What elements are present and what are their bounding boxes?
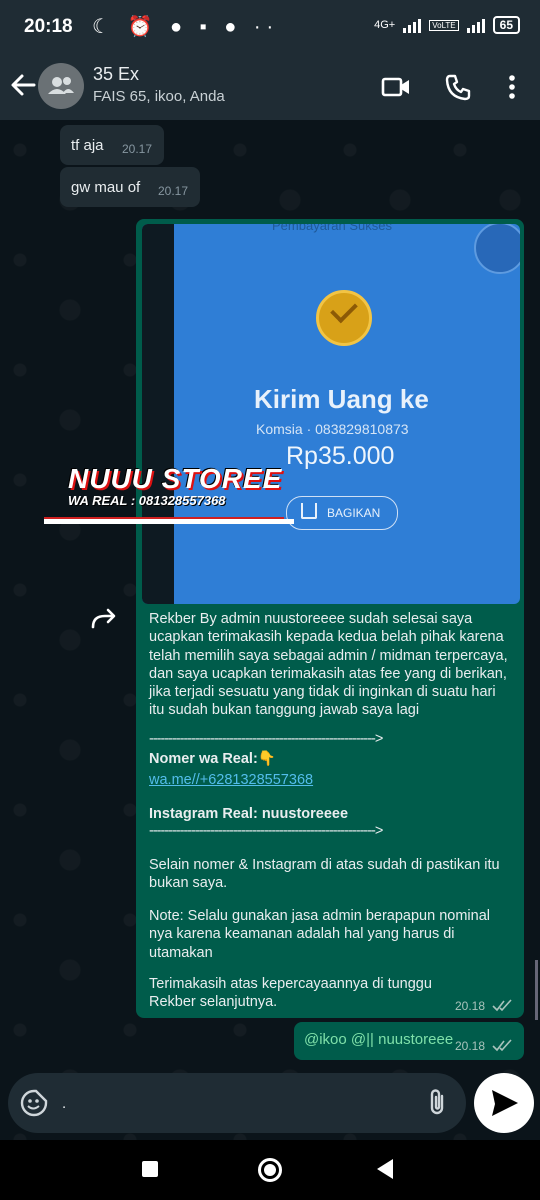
message-divider: ----------------------------------------… xyxy=(149,731,383,747)
signal-icon xyxy=(403,17,422,33)
share-button-label: BAGIKAN xyxy=(327,506,381,520)
phone-edge xyxy=(142,224,174,604)
group-avatar[interactable] xyxy=(38,63,84,109)
message-time: 20.18 xyxy=(455,1039,486,1053)
share-icon xyxy=(301,503,317,519)
nomer-label: Nomer wa Real:👇 xyxy=(149,751,276,767)
message-text: gw mau of xyxy=(71,179,141,196)
message-paragraph: Selain nomer & Instagram di atas sudah d… xyxy=(149,857,500,892)
message-paragraph: Terimakasih atas kepercayaannya di tungg… xyxy=(149,976,432,1011)
status-time: 20:18 xyxy=(24,16,73,37)
wa-link[interactable]: wa.me//+6281328557368 xyxy=(149,771,509,789)
wa-link-text[interactable]: wa.me//+6281328557368 xyxy=(149,772,313,788)
payment-screenshot-image[interactable]: Pembayaran Sukses Kirim Uang ke Komsia ·… xyxy=(142,224,520,604)
message-text: tf aja xyxy=(71,137,104,154)
payment-heading: Kirim Uang ke xyxy=(254,384,429,414)
attach-icon[interactable] xyxy=(426,1087,448,1117)
forward-icon[interactable] xyxy=(89,607,121,631)
instagram-label: Instagram Real: nuustoreeee xyxy=(149,806,349,822)
message-input-bar[interactable]: . xyxy=(8,1073,466,1133)
message-divider: ----------------------------------------… xyxy=(149,823,383,839)
sticker-icon[interactable] xyxy=(20,1089,48,1117)
send-button[interactable] xyxy=(474,1073,534,1133)
scrollbar[interactable] xyxy=(535,960,538,1020)
watermark-bar-accent xyxy=(44,517,284,519)
payment-status-text: Pembayaran Sukses xyxy=(272,224,392,233)
status-bar: 20:18 ☾ ⏰ ● ▪ ● ·· 4G+ VoLTE 65 xyxy=(0,0,540,52)
message-time: 20.17 xyxy=(122,142,153,156)
payment-recipient: Komsia · 083829810873 xyxy=(256,421,409,437)
video-call-icon[interactable] xyxy=(381,72,411,102)
volte-label: VoLTE xyxy=(429,19,459,31)
status-notification-icons: ☾ ⏰ ● ▪ ● ·· xyxy=(92,16,280,38)
incoming-message[interactable]: gw mau of 20.17 xyxy=(60,167,200,207)
network-type-label: 4G+ xyxy=(374,19,396,31)
message-paragraph: Rekber By admin nuustoreeee sudah selesa… xyxy=(149,611,508,719)
success-coin-icon xyxy=(316,290,372,346)
message-time: 20.17 xyxy=(158,184,189,198)
mention-text[interactable]: @ikoo @|| nuustoreee xyxy=(304,1031,453,1048)
signal-icon-2 xyxy=(466,17,485,33)
camera-dot xyxy=(474,224,520,274)
home-button[interactable] xyxy=(258,1158,282,1182)
read-ticks-icon xyxy=(492,999,512,1012)
send-icon xyxy=(492,1090,518,1116)
battery-indicator: 65 xyxy=(492,16,520,34)
payment-amount: Rp35.000 xyxy=(286,442,395,470)
system-nav-bar xyxy=(0,1140,540,1200)
chat-title[interactable]: 35 Ex xyxy=(93,64,139,85)
back-arrow-icon[interactable] xyxy=(8,70,38,100)
message-input[interactable]: . xyxy=(62,1095,66,1112)
recents-button[interactable] xyxy=(142,1161,158,1177)
phone-icon[interactable] xyxy=(443,72,473,102)
share-button: BAGIKAN xyxy=(286,496,398,530)
watermark-brand: NUUU STOREE xyxy=(68,463,283,494)
chat-participants[interactable]: FAIS 65, ikoo, Anda xyxy=(93,88,225,105)
message-time: 20.18 xyxy=(455,999,486,1013)
read-ticks-icon xyxy=(492,1039,512,1052)
incoming-message[interactable]: tf aja 20.17 xyxy=(60,125,164,165)
watermark: NUUU STOREE WA REAL : 081328557368 xyxy=(68,463,298,508)
more-vert-icon[interactable] xyxy=(497,72,527,102)
status-right-icons: 4G+ VoLTE 65 xyxy=(374,16,520,34)
back-button[interactable] xyxy=(377,1159,393,1179)
watermark-bar xyxy=(44,519,294,524)
watermark-sub: WA REAL : 081328557368 xyxy=(68,493,226,508)
message-paragraph: Note: Selalu gunakan jasa admin berapapu… xyxy=(149,908,490,961)
group-avatar-icon xyxy=(48,77,74,94)
chat-header: 35 Ex FAIS 65, ikoo, Anda xyxy=(0,52,540,120)
